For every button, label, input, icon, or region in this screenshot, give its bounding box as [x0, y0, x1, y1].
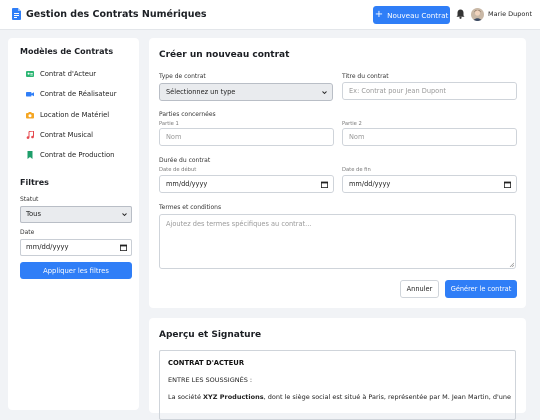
calendar-icon[interactable]	[120, 244, 127, 251]
party2-label: Partie 2	[342, 121, 362, 127]
plus-icon: +	[374, 9, 384, 20]
chevron-down-icon	[122, 213, 127, 217]
top-header: Gestion des Contrats Numériques + Nouvea…	[0, 0, 540, 30]
sidebar: Modèles de Contrats Contrat d'Acteur Con…	[8, 38, 139, 410]
new-contract-label: Nouveau Contrat	[387, 10, 449, 20]
start-date-placeholder: mm/dd/yyyy	[166, 180, 208, 188]
calendar-icon[interactable]	[321, 181, 328, 188]
status-select[interactable]: Tous	[20, 206, 132, 223]
generate-contract-button[interactable]: Générer le contrat	[445, 280, 517, 298]
date-filter-placeholder: mm/dd/yyyy	[26, 243, 69, 251]
chevron-down-icon	[322, 91, 327, 95]
date-label: Date	[20, 229, 35, 236]
party1-label: Partie 1	[159, 121, 179, 127]
sidebar-item-label: Location de Matériel	[40, 111, 110, 119]
preview-title: Aperçu et Signature	[159, 330, 262, 340]
date-filter-input[interactable]: mm/dd/yyyy	[20, 239, 132, 256]
bookmark-icon	[27, 151, 33, 159]
music-note-icon	[26, 131, 34, 139]
sidebar-item-production-contract[interactable]: Contrat de Production	[26, 148, 114, 162]
new-contract-button[interactable]: + Nouveau Contrat	[373, 6, 450, 24]
contract-preview: CONTRAT D'ACTEUR ENTRE LES SOUSSIGNÉS : …	[159, 350, 516, 420]
parties-label: Parties concernées	[159, 111, 216, 118]
sidebar-item-equipment-rental[interactable]: Location de Matériel	[26, 108, 109, 122]
end-date-label: Date de fin	[342, 167, 371, 173]
terms-label: Termes et conditions	[159, 204, 222, 211]
contract-type-value: Sélectionnez un type	[166, 88, 236, 96]
templates-title: Modèles de Contrats	[20, 47, 114, 56]
app-title: Gestion des Contrats Numériques	[26, 9, 207, 20]
cancel-button[interactable]: Annuler	[400, 280, 439, 298]
bell-icon[interactable]	[456, 9, 465, 19]
party1-input[interactable]: Nom	[159, 128, 334, 146]
sidebar-item-director-contract[interactable]: Contrat de Réalisateur	[26, 87, 117, 101]
user-photo-icon	[471, 8, 484, 21]
avatar[interactable]	[471, 8, 484, 21]
camera-icon	[26, 112, 34, 119]
resize-handle-icon[interactable]	[509, 262, 514, 267]
contract-type-select[interactable]: Sélectionnez un type	[159, 83, 333, 101]
document-icon	[12, 8, 21, 20]
filters-title: Filtres	[20, 178, 49, 187]
sidebar-item-label: Contrat de Production	[40, 151, 115, 159]
calendar-icon[interactable]	[504, 181, 511, 188]
type-label: Type de contrat	[159, 73, 206, 80]
preview-signature-card: Aperçu et Signature CONTRAT D'ACTEUR ENT…	[149, 318, 526, 420]
start-date-label: Date de début	[159, 167, 197, 173]
user-name: Marie Dupont	[488, 10, 533, 18]
sidebar-item-music-contract[interactable]: Contrat Musical	[26, 128, 93, 142]
status-value: Tous	[26, 210, 42, 218]
preview-company-name: XYZ Productions	[203, 393, 264, 401]
sidebar-item-actor-contract[interactable]: Contrat d'Acteur	[26, 67, 96, 81]
terms-placeholder: Ajoutez des termes spécifiques au contra…	[166, 220, 312, 228]
end-date-placeholder: mm/dd/yyyy	[349, 180, 391, 188]
preview-company-prefix: La société	[168, 393, 204, 401]
contract-title-label: Titre du contrat	[342, 73, 389, 80]
preview-company-suffix: , dont le siège social est situé à Paris…	[263, 393, 511, 401]
preview-line-company: La société XYZ Productions, dont le sièg…	[168, 393, 511, 401]
sidebar-item-label: Contrat Musical	[40, 131, 94, 139]
terms-textarea[interactable]: Ajoutez des termes spécifiques au contra…	[159, 214, 516, 269]
status-label: Statut	[20, 196, 39, 203]
preview-line-parties: ENTRE LES SOUSSIGNÉS :	[168, 376, 253, 384]
sidebar-item-label: Contrat d'Acteur	[40, 70, 97, 78]
preview-doc-title: CONTRAT D'ACTEUR	[168, 359, 245, 367]
create-title: Créer un nouveau contrat	[159, 50, 290, 60]
apply-filters-button[interactable]: Appliquer les filtres	[20, 262, 132, 279]
sidebar-item-label: Contrat de Réalisateur	[40, 90, 117, 98]
end-date-input[interactable]: mm/dd/yyyy	[342, 175, 517, 193]
party2-input[interactable]: Nom	[342, 128, 517, 146]
duration-label: Durée du contrat	[159, 157, 211, 164]
start-date-input[interactable]: mm/dd/yyyy	[159, 175, 334, 193]
contract-title-input[interactable]: Ex: Contrat pour Jean Dupont	[342, 82, 517, 100]
actor-card-icon	[26, 71, 34, 77]
video-camera-icon	[26, 92, 34, 97]
create-contract-card: Créer un nouveau contrat Type de contrat…	[149, 38, 526, 308]
